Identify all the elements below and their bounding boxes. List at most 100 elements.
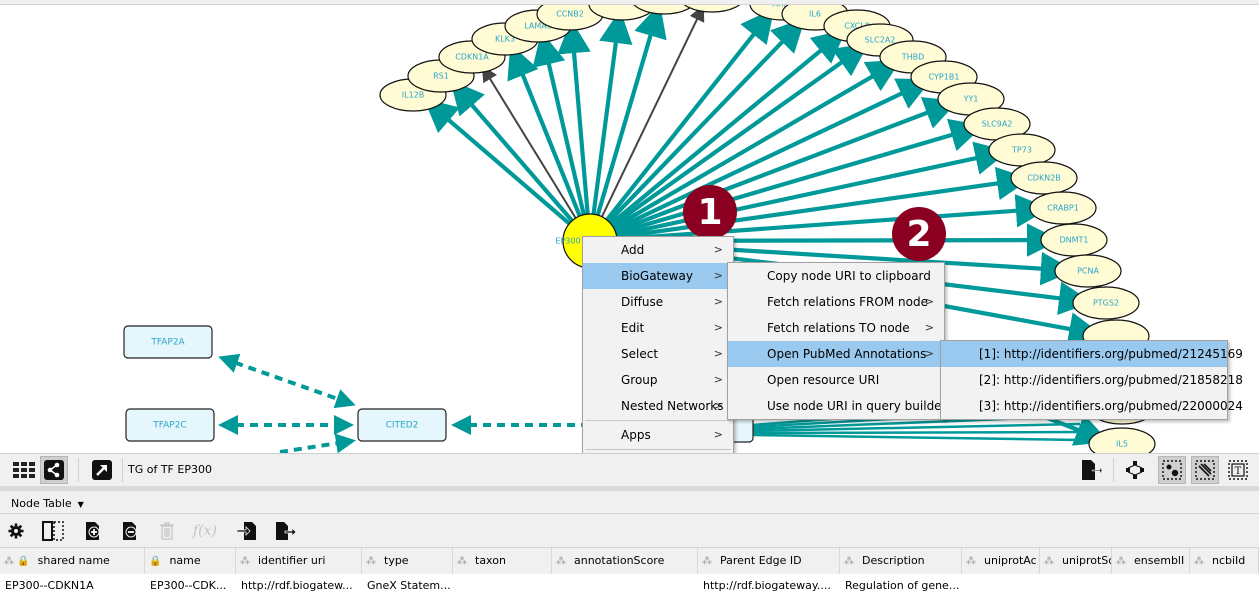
column-header[interactable]: ⁂ ncbiId — [1190, 548, 1259, 574]
target-node[interactable]: CDKN2B — [1010, 161, 1078, 195]
hierarchy-icon: ⁂ 🔒 — [4, 556, 30, 567]
show-edges-toggle[interactable] — [1191, 456, 1219, 484]
biogateway-item-open-pubmed-annotations[interactable]: Open PubMed Annotations > — [728, 341, 944, 367]
biogateway-item-copy-node-uri-to-clipboard[interactable]: Copy node URI to clipboard — [728, 263, 944, 289]
column-toggle-icon — [42, 521, 64, 541]
column-header[interactable]: ⁂ type — [362, 548, 453, 574]
table-cell[interactable] — [967, 575, 1039, 597]
menu-item-label: Edit — [621, 321, 645, 335]
import-table-button[interactable] — [235, 519, 259, 543]
remove-column-icon — [123, 522, 137, 540]
column-header[interactable]: 🔒 name — [145, 548, 236, 574]
dashed-edge[interactable] — [218, 353, 356, 409]
table-cell[interactable] — [1117, 575, 1189, 597]
network-view-button[interactable] — [40, 456, 68, 484]
menu-item-label: Copy node URI to clipboard — [767, 269, 931, 283]
table-cell[interactable]: http://rdf.biogateway.... — [703, 575, 839, 597]
grid-view-button[interactable] — [10, 456, 38, 484]
menu-item-label: Fetch relations FROM node — [767, 295, 928, 309]
menu-item-add[interactable]: Add > — [583, 237, 733, 263]
column-header[interactable]: ⁂ Description — [840, 548, 962, 574]
gear-icon — [8, 523, 24, 539]
target-node[interactable]: PTGS2 — [1072, 286, 1140, 320]
show-labels-toggle[interactable]: T — [1224, 456, 1252, 484]
column-header[interactable]: ⁂ 🔒 shared name — [0, 548, 145, 574]
menu-item-group[interactable]: Group > — [583, 367, 733, 393]
node-label: RS1 — [433, 72, 449, 81]
chevron-right-icon: > — [713, 373, 723, 386]
dashed-edge[interactable] — [279, 433, 356, 453]
column-header[interactable]: ⁂ identifier uri — [236, 548, 362, 574]
node-label: SLC2A2 — [865, 36, 896, 45]
table-cell[interactable]: http://rdf.biogatew... — [241, 575, 361, 597]
biogateway-submenu: Copy node URI to clipboard Fetch relation… — [727, 262, 947, 420]
open-network-button[interactable] — [88, 456, 116, 484]
target-node[interactable]: TP73 — [988, 133, 1056, 167]
target-node[interactable]: DNMT1 — [1040, 223, 1108, 257]
export-table-button[interactable] — [273, 519, 297, 543]
biogateway-item-use-node-uri-in-query-builder[interactable]: Use node URI in query builder — [728, 393, 947, 419]
menu-item-diffuse[interactable]: Diffuse > — [583, 289, 733, 315]
step-badge-2: 2 — [892, 207, 946, 261]
column-header[interactable]: ⁂ taxon — [453, 548, 552, 574]
table-selector[interactable]: Node Table ▼ — [11, 494, 84, 514]
edge-line[interactable] — [450, 80, 584, 234]
table-cell[interactable]: EP300--CDKN1A — [5, 575, 144, 597]
export-button[interactable] — [1077, 456, 1105, 484]
target-node[interactable]: PCNA — [1054, 254, 1122, 288]
biogateway-item-fetch-relations-from-node[interactable]: Fetch relations FROM node > — [728, 289, 944, 315]
pubmed-item-1-http-identifiers-org-pubmed-21245169[interactable]: [1]: http://identifiers.org/pubmed/21245… — [941, 341, 1243, 367]
remove-column-button[interactable] — [118, 519, 142, 543]
table-options-button[interactable] — [4, 519, 28, 543]
menu-item-apps[interactable]: Apps > — [583, 422, 733, 448]
rect-node[interactable]: CITED2 — [357, 408, 447, 442]
table-cell[interactable] — [1195, 575, 1258, 597]
biogateway-item-open-resource-uri[interactable]: Open resource URI — [728, 367, 944, 393]
column-header[interactable]: ⁂ uniprotAc — [962, 548, 1040, 574]
svg-text:T: T — [1235, 466, 1242, 477]
target-node[interactable]: IL5 — [1088, 427, 1156, 453]
add-column-button[interactable] — [81, 519, 105, 543]
rect-node-label: TFAP2C — [152, 421, 186, 431]
table-cell[interactable] — [557, 575, 697, 597]
menu-item-label: Select — [621, 347, 659, 361]
menu-item-label: Diffuse — [621, 295, 664, 309]
chevron-right-icon: > — [713, 347, 723, 360]
rect-node[interactable]: TFAP2A — [123, 325, 213, 359]
menu-item-nested-networks[interactable]: Nested Networks > — [583, 393, 733, 419]
menu-item-biogateway[interactable]: BioGateway > — [583, 263, 733, 289]
menu-item-edit[interactable]: Edit > — [583, 315, 733, 341]
table-cell[interactable] — [458, 575, 551, 597]
node-label: CRABP1 — [1047, 204, 1079, 213]
edge-line[interactable] — [423, 98, 583, 235]
column-toggle-button[interactable] — [41, 519, 65, 543]
node-label: SLC9A2 — [982, 120, 1013, 129]
chevron-right-icon: > — [924, 347, 934, 360]
table-cell[interactable]: GneX Statem... — [367, 575, 452, 597]
network-view-icon — [44, 460, 64, 480]
column-header[interactable]: ⁂ ensemblI — [1112, 548, 1190, 574]
menu-item-select[interactable]: Select > — [583, 341, 733, 367]
pubmed-item-3-http-identifiers-org-pubmed-22000024[interactable]: [3]: http://identifiers.org/pubmed/22000… — [941, 393, 1243, 419]
table-cell[interactable]: Regulation of gene... — [845, 575, 961, 597]
function-button[interactable]: f(x) — [190, 519, 220, 543]
column-header[interactable]: ⁂ uniprotSc — [1040, 548, 1112, 574]
column-header[interactable]: ⁂ Parent Edge ID — [698, 548, 840, 574]
edge-line[interactable] — [589, 9, 633, 230]
edge-line[interactable] — [751, 433, 1081, 442]
pubmed-item-2-http-identifiers-org-pubmed-21858218[interactable]: [2]: http://identifiers.org/pubmed/21858… — [941, 367, 1243, 393]
table-cell[interactable] — [1045, 575, 1111, 597]
column-header[interactable]: ⁂ annotationScore — [552, 548, 698, 574]
table-cell[interactable]: EP300--CDK... — [150, 575, 235, 597]
step-badge-1: 1 — [683, 185, 737, 239]
delete-button[interactable] — [155, 519, 179, 543]
target-node[interactable]: CRABP1 — [1029, 191, 1097, 225]
biogateway-item-fetch-relations-to-node[interactable]: Fetch relations TO node > — [728, 315, 944, 341]
rect-node[interactable]: TFAP2C — [125, 408, 215, 442]
menu-item-label: Fetch relations TO node — [767, 321, 910, 335]
column-header-label: Parent Edge ID — [720, 554, 802, 567]
edge-line[interactable] — [751, 430, 1081, 435]
node-table-panel: Node Table ▼ f(x) ⁂ 🔒 shared name 🔒 name… — [0, 491, 1259, 606]
show-nodes-toggle[interactable] — [1158, 456, 1186, 484]
layout-button[interactable] — [1121, 456, 1149, 484]
